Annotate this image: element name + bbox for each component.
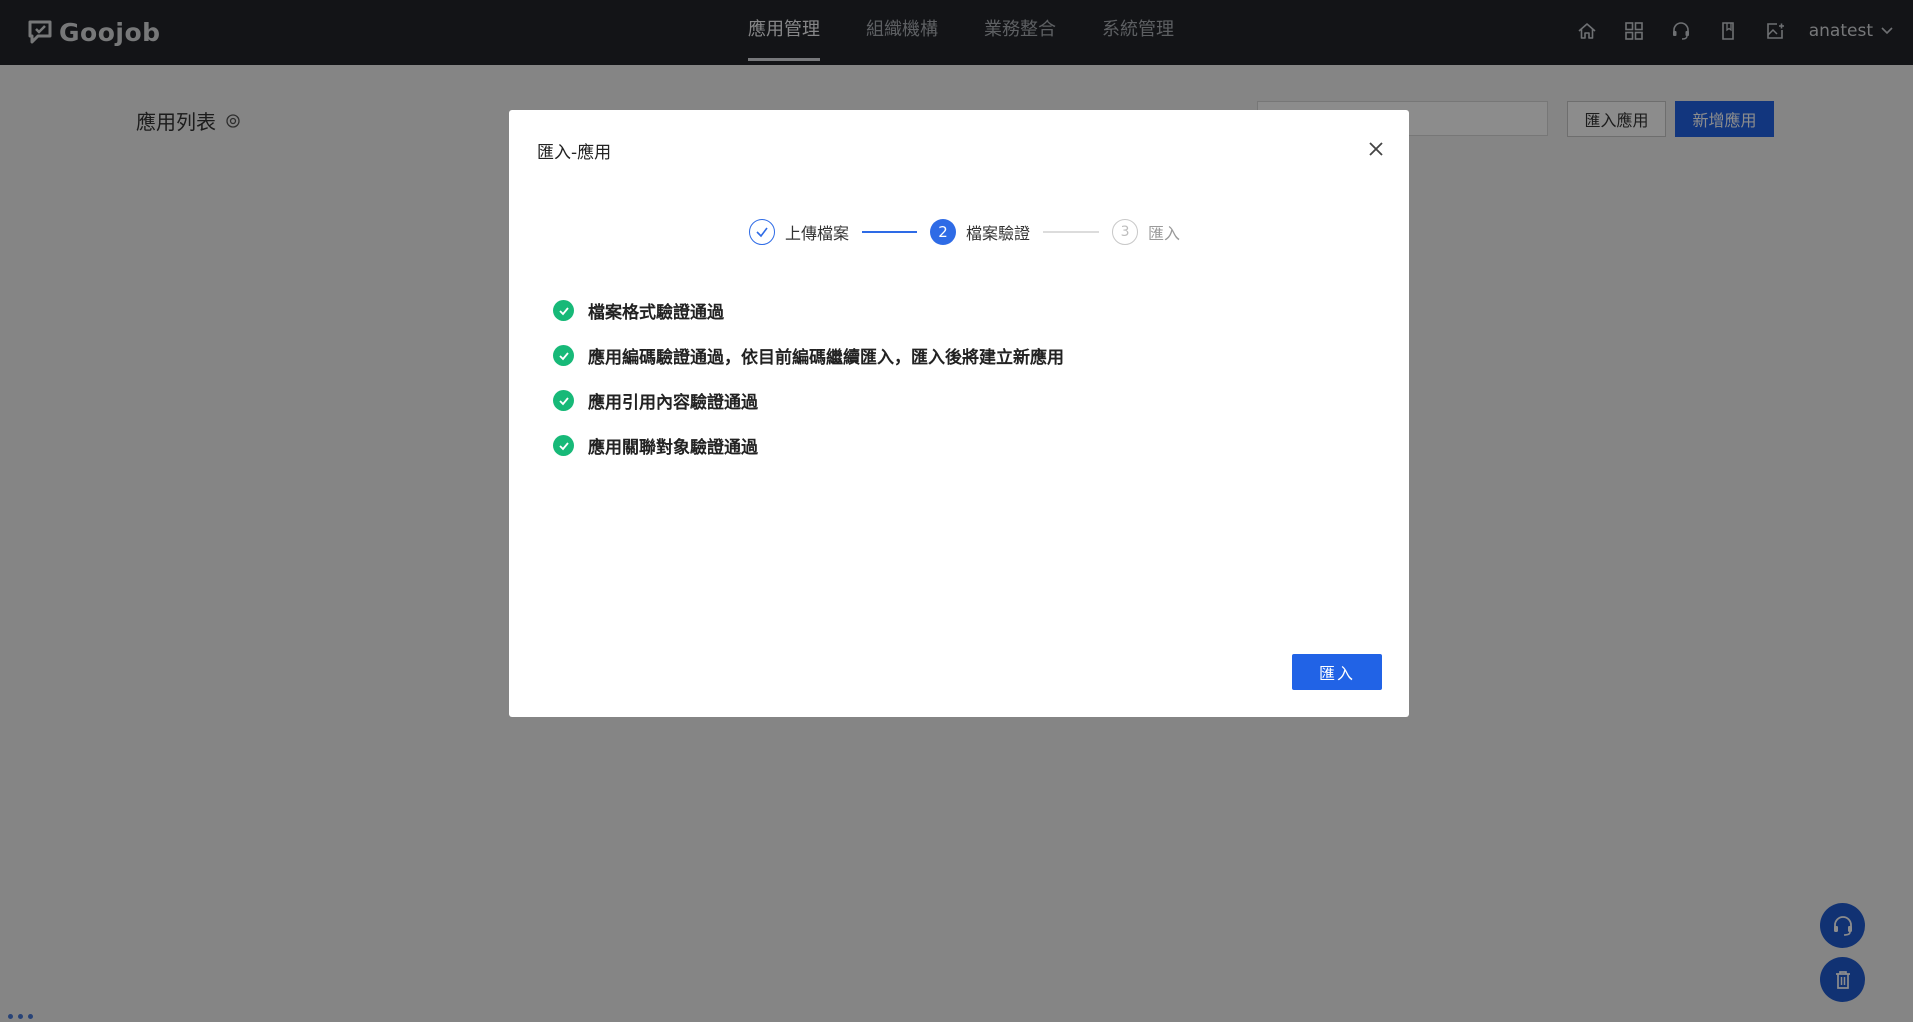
step-1-label: 上傳檔案 [785, 224, 850, 243]
step-3-circle: 3 [1112, 219, 1139, 245]
validation-text: 應用引用內容驗證通過 [588, 393, 758, 413]
step-2-label: 檔案驗證 [966, 224, 1031, 243]
dialog-title: 匯入-應用 [537, 143, 612, 163]
import-button[interactable]: 匯入 [1292, 654, 1382, 690]
validation-results: 檔案格式驗證通過 應用編碼驗證通過，依目前編碼繼續匯入，匯入後將建立新應用 應用… [553, 288, 1064, 468]
import-app-dialog: 匯入-應用 上傳檔案 2 檔案驗證 3 匯入 檔案格式驗證通過 應用編碼驗證通過… [509, 110, 1409, 717]
step-2-circle: 2 [930, 219, 957, 245]
validation-text: 應用編碼驗證通過，依目前編碼繼續匯入，匯入後將建立新應用 [588, 348, 1064, 368]
validation-item: 檔案格式驗證通過 [553, 288, 1064, 333]
step-1-done-circle [749, 219, 775, 245]
check-icon [756, 227, 768, 238]
validation-item: 應用引用內容驗證通過 [553, 378, 1064, 423]
success-check-icon [553, 300, 574, 321]
success-check-icon [553, 390, 574, 411]
validation-text: 檔案格式驗證通過 [588, 303, 724, 323]
import-steps: 上傳檔案 2 檔案驗證 3 匯入 [749, 217, 1180, 247]
success-check-icon [553, 435, 574, 456]
step-connector [1043, 231, 1100, 233]
validation-item: 應用編碼驗證通過，依目前編碼繼續匯入，匯入後將建立新應用 [553, 333, 1064, 378]
success-check-icon [553, 345, 574, 366]
step-connector [862, 231, 918, 233]
validation-text: 應用關聯對象驗證通過 [588, 438, 758, 458]
close-icon[interactable] [1367, 140, 1385, 158]
validation-item: 應用關聯對象驗證通過 [553, 423, 1064, 468]
step-3-label: 匯入 [1148, 224, 1181, 243]
